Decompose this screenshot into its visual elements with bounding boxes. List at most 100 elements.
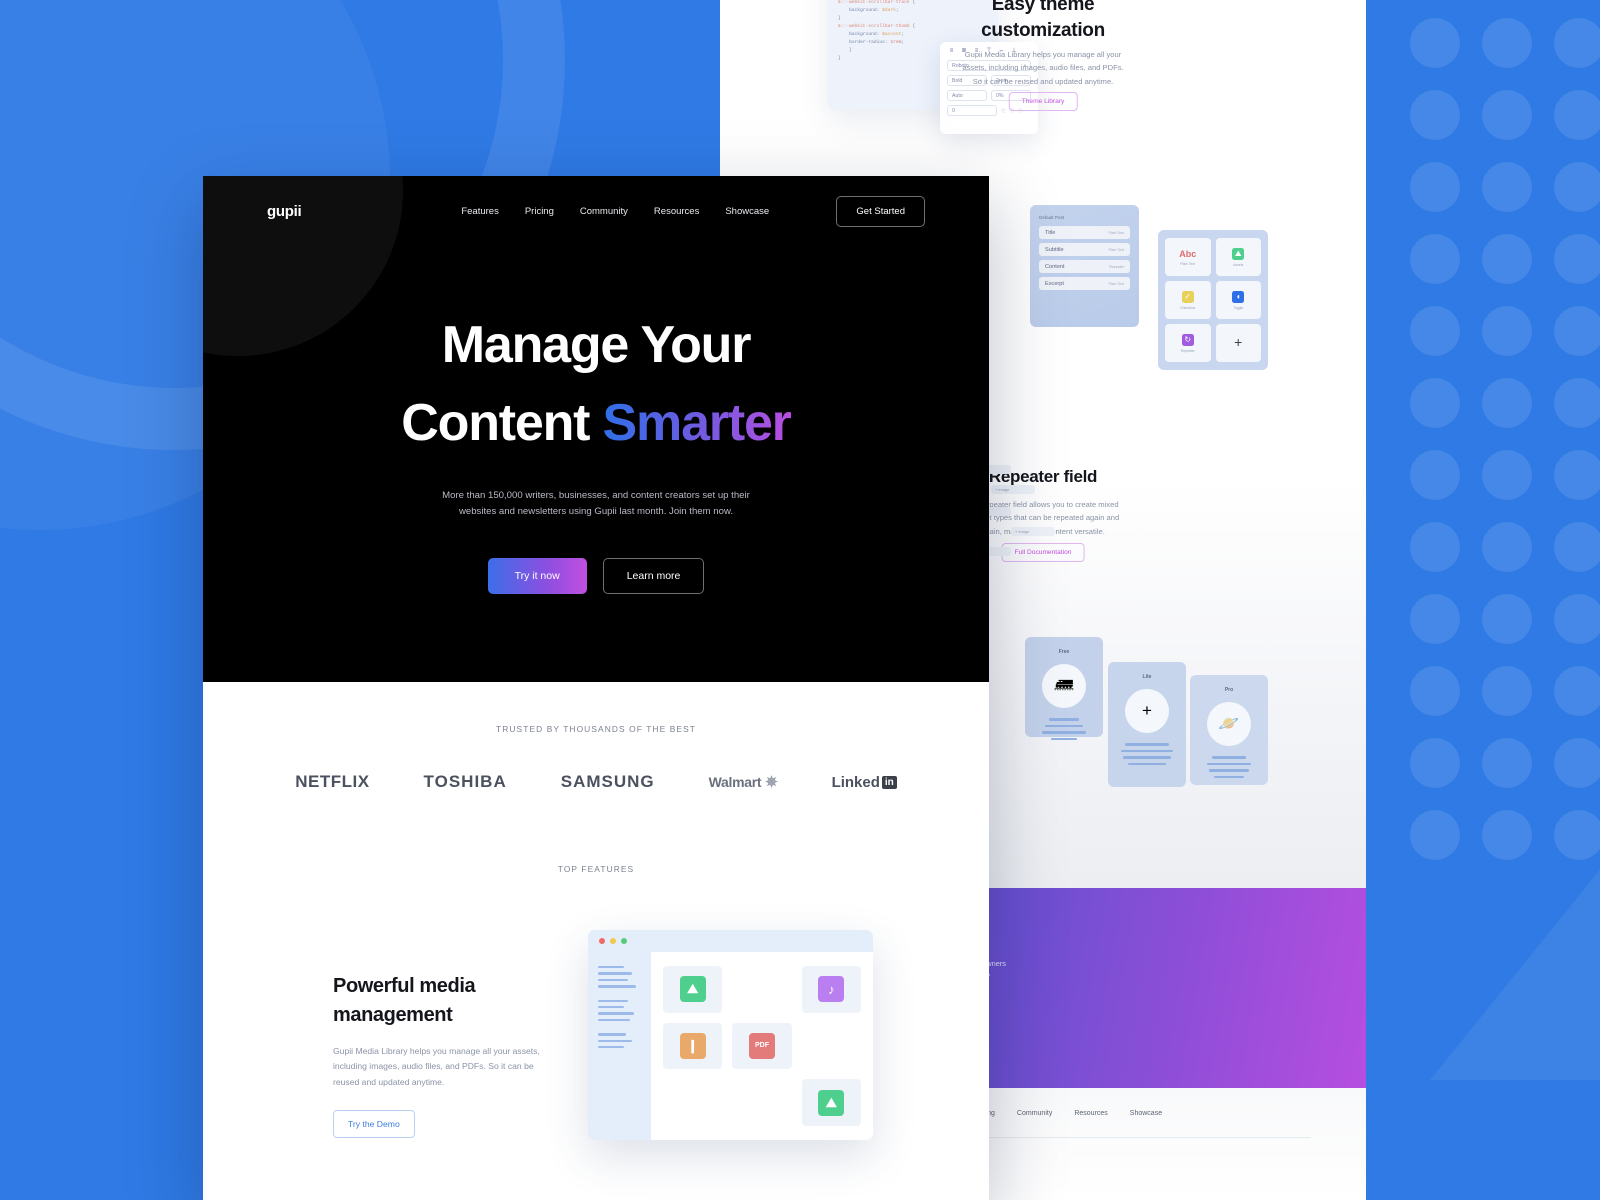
field-type-toggle[interactable]: ◖ Toggle bbox=[1215, 281, 1261, 319]
try-the-demo-button[interactable]: Try the Demo bbox=[333, 1109, 415, 1138]
dot bbox=[1410, 594, 1460, 644]
pricing-feature-lines bbox=[1108, 743, 1186, 766]
decorative-triangle bbox=[1430, 820, 1600, 1080]
mockup-body: ⛰ ♪ ❙ PDF ⛰ bbox=[588, 952, 873, 1140]
field-type-repeater[interactable]: ↻ Repeater bbox=[1165, 324, 1211, 362]
pricing-card-lite[interactable]: Lite + bbox=[1108, 662, 1186, 787]
pricing-name: Pro bbox=[1224, 687, 1234, 693]
paragraph-spacing-value: 0 bbox=[952, 107, 955, 114]
dot bbox=[1482, 162, 1532, 212]
field-type-add[interactable]: + bbox=[1215, 324, 1261, 362]
field-type-checkbox[interactable]: ✓ Checkbox bbox=[1165, 281, 1211, 319]
asset-tile[interactable]: ♪ bbox=[801, 966, 861, 1013]
mockup-titlebar bbox=[588, 930, 873, 952]
asset-tile[interactable]: PDF bbox=[732, 1022, 792, 1070]
field-type-assets[interactable]: ⛰ Assets bbox=[1215, 238, 1261, 276]
dot bbox=[1410, 666, 1460, 716]
post-field-type: Plain Text bbox=[1108, 230, 1124, 235]
theme-library-button[interactable]: Theme Library bbox=[1008, 92, 1078, 111]
media-library-mockup: ⛰ ♪ ❙ PDF ⛰ bbox=[588, 930, 873, 1140]
asset-tile[interactable]: ❙ bbox=[663, 1022, 723, 1070]
dot bbox=[1482, 306, 1532, 356]
mockup-sidebar bbox=[588, 952, 651, 1140]
get-started-button[interactable]: Get Started bbox=[836, 195, 925, 227]
media-feature-text: Powerful media management Gupii Media Li… bbox=[333, 930, 548, 1140]
footer-nav-resources[interactable]: Resources bbox=[1074, 1110, 1107, 1117]
nav-link-showcase[interactable]: Showcase bbox=[725, 206, 769, 217]
nav-link-features[interactable]: Features bbox=[461, 206, 499, 217]
main-navigation: gupii Features Pricing Community Resources S… bbox=[203, 176, 989, 246]
nav-links[interactable]: Features Pricing Community Resources Showcas… bbox=[461, 206, 769, 217]
logo-netflix: NETFLIX bbox=[295, 772, 370, 791]
plain-text-icon: Abc bbox=[1179, 248, 1197, 259]
dot bbox=[1410, 90, 1460, 140]
post-field-name: Subtitle bbox=[1045, 246, 1064, 253]
field-type-label: Toggle bbox=[1233, 305, 1244, 310]
image-file-2-icon: ⛰ bbox=[818, 1089, 845, 1116]
pricing-icon: + bbox=[1125, 689, 1169, 733]
pricing-name: Lite bbox=[1142, 674, 1152, 680]
asset-slot-empty bbox=[802, 1023, 861, 1070]
hero-content: Manage Your Content Smarter More than 15… bbox=[203, 246, 989, 594]
learn-more-button[interactable]: Learn more bbox=[602, 557, 705, 594]
nav-link-pricing[interactable]: Pricing bbox=[525, 206, 554, 217]
asset-tile[interactable]: ⛰ bbox=[663, 966, 723, 1013]
pricing-feature-lines bbox=[1190, 756, 1268, 779]
post-field-name: Excerpt bbox=[1045, 280, 1064, 287]
post-field[interactable]: Content Repeater bbox=[1039, 260, 1130, 273]
pricing-line bbox=[1207, 762, 1251, 766]
pricing-icon: 🪐 bbox=[1207, 702, 1251, 746]
sidebar-line bbox=[598, 966, 624, 969]
pricing-line bbox=[1212, 756, 1246, 759]
client-logos: NETFLIX TOSHIBA SAMSUNG Walmart ✵ Linked… bbox=[203, 772, 989, 792]
window-minimize-dot bbox=[610, 938, 616, 944]
field-type-picker[interactable]: Abc Plain Text ⛰ Assets ✓ Checkbox ◖ Toggle ↻ Rep… bbox=[1158, 230, 1268, 370]
sidebar-line-group bbox=[598, 1033, 641, 1049]
sidebar-line bbox=[598, 999, 628, 1002]
hero-cta-group: Try it now Learn more bbox=[203, 557, 989, 594]
media-feature-row: Powerful media management Gupii Media Li… bbox=[203, 874, 989, 1140]
line-height-field[interactable]: Auto bbox=[947, 90, 987, 101]
post-field-type: Plain Text bbox=[1108, 247, 1124, 252]
default-post-card: Default Post Title Plain Text Subtitle Plai… bbox=[1030, 205, 1139, 327]
asset-tile[interactable]: ⛰ bbox=[801, 1079, 861, 1126]
brand-logo[interactable]: gupii bbox=[267, 203, 302, 220]
post-field[interactable]: Title Plain Text bbox=[1039, 226, 1130, 239]
media-feature-title: Powerful media management bbox=[333, 975, 476, 1026]
post-field[interactable]: Excerpt Plain Text bbox=[1039, 277, 1130, 290]
dot bbox=[1482, 666, 1532, 716]
nav-link-resources[interactable]: Resources bbox=[654, 206, 699, 217]
paragraph-spacing-field[interactable]: 0 bbox=[947, 105, 997, 116]
dot bbox=[1482, 738, 1532, 788]
try-it-now-button[interactable]: Try it now bbox=[487, 557, 587, 594]
field-type-plain-text[interactable]: Abc Plain Text bbox=[1165, 238, 1211, 276]
field-type-label: Assets bbox=[1233, 262, 1244, 267]
dot bbox=[1554, 522, 1600, 572]
pricing-line bbox=[1209, 769, 1249, 772]
pricing-card-free[interactable]: Free 🛲 bbox=[1025, 637, 1103, 741]
window-close-dot bbox=[599, 938, 605, 944]
dot bbox=[1410, 234, 1460, 284]
asset-slot-empty bbox=[732, 966, 791, 1013]
underline-icon[interactable]: ⓧ bbox=[1001, 108, 1006, 114]
dot bbox=[1410, 306, 1460, 356]
window-maximize-dot bbox=[621, 938, 627, 944]
audio-file-icon: ♪ bbox=[818, 976, 845, 1003]
pricing-card-pro[interactable]: Pro 🪐 bbox=[1190, 675, 1268, 785]
dot bbox=[1410, 162, 1460, 212]
hero-title-accent: Smarter bbox=[602, 394, 792, 452]
sidebar-line-group bbox=[598, 966, 641, 988]
footer-nav-showcase[interactable]: Showcase bbox=[1130, 1110, 1162, 1117]
dot bbox=[1410, 450, 1460, 500]
post-field[interactable]: Subtitle Plain Text bbox=[1039, 243, 1130, 256]
sidebar-line bbox=[598, 1012, 634, 1015]
top-features-label: TOP FEATURES bbox=[557, 864, 635, 874]
footer-nav-community[interactable]: Community bbox=[1017, 1110, 1052, 1117]
post-card-fields: Title Plain Text Subtitle Plain Text Content… bbox=[1039, 226, 1130, 290]
hero-section: gupii Features Pricing Community Resources S… bbox=[203, 176, 989, 682]
logo-linkedin: Linked in bbox=[832, 774, 897, 791]
sidebar-line-group bbox=[598, 999, 641, 1022]
nav-link-community[interactable]: Community bbox=[580, 206, 628, 217]
post-card-title: Default Post bbox=[1039, 215, 1065, 220]
hero-title-line2-plain: Content bbox=[401, 394, 603, 452]
